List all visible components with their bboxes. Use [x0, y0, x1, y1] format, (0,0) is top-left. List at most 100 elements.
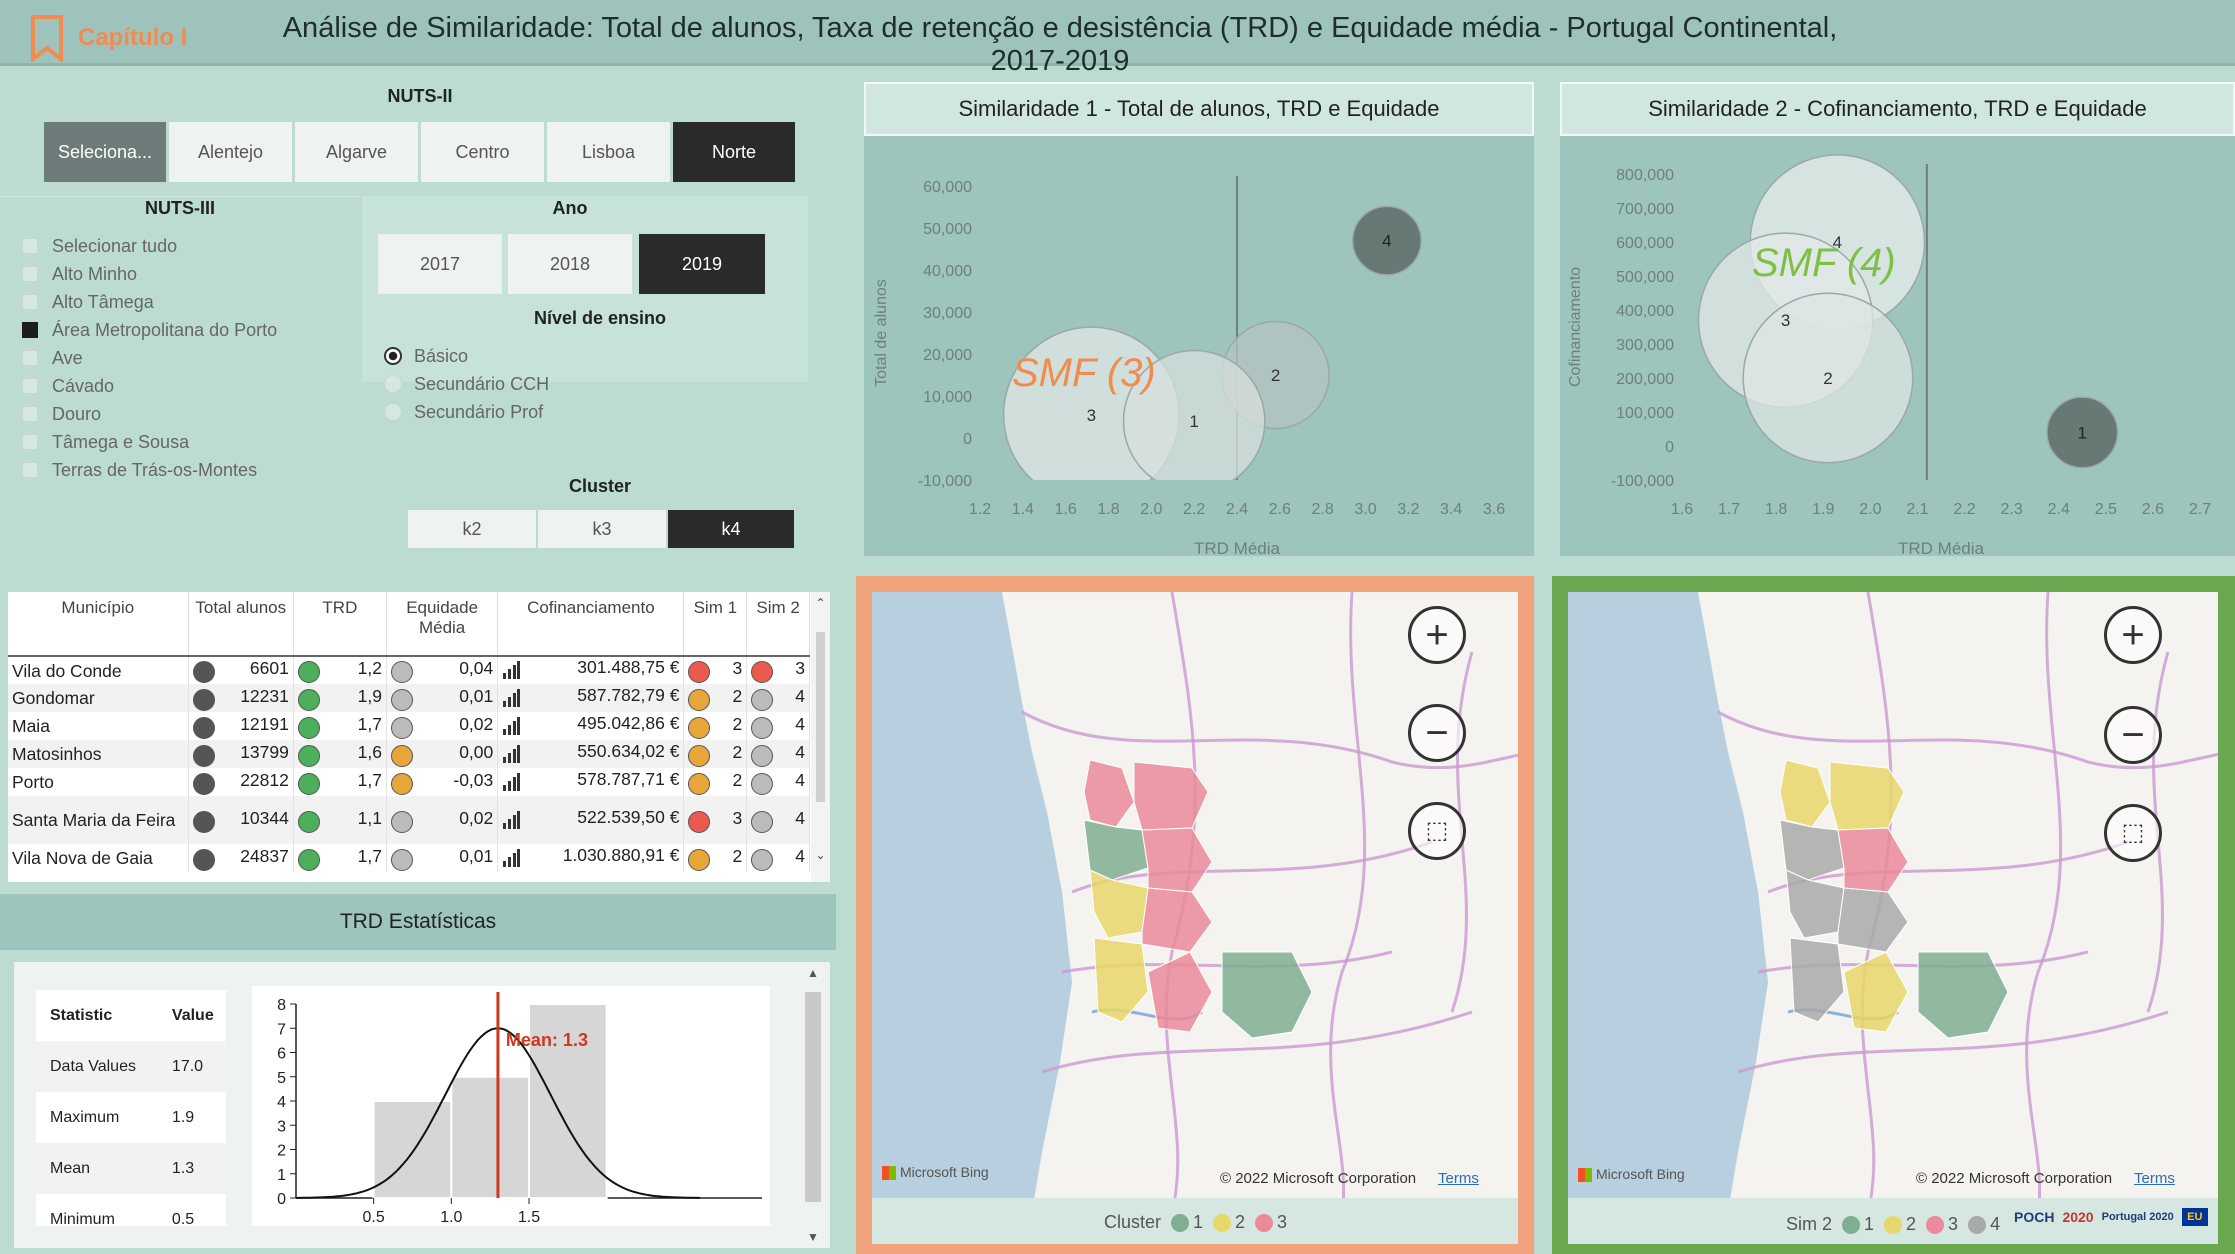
smf-annotation: SMF (3) — [1012, 351, 1156, 395]
table-row[interactable]: Maia 12191 1,7 0,02 495.042,86 €2 4 — [8, 712, 810, 740]
checkbox[interactable] — [22, 462, 38, 478]
ano-tile-2019[interactable]: 2019 — [639, 234, 765, 294]
col-header-cofinanciamento[interactable]: Cofinanciamento — [497, 592, 685, 657]
nuts3-option[interactable]: Douro — [0, 400, 360, 428]
nuts3-option[interactable]: Cávado — [0, 372, 360, 400]
histogram-bar[interactable] — [450, 1075, 530, 1199]
cluster-tile-k3[interactable]: k3 — [538, 510, 666, 548]
bookmark-icon[interactable] — [30, 14, 64, 62]
map1-canvas[interactable] — [872, 592, 1518, 1198]
checkbox[interactable] — [22, 294, 38, 310]
radio[interactable] — [384, 375, 402, 393]
nivel-option-selected[interactable]: Básico — [384, 342, 684, 370]
table-row[interactable]: Vila do Conde 6601 1,2 0,04 301.488,75 €3 3 — [8, 656, 810, 684]
cell-cofinanciamento: 1.030.880,91 € — [497, 844, 685, 872]
funding-logos: POCH 2020 Portugal 2020 EU — [2014, 1208, 2208, 1226]
cluster-tile-k4[interactable]: k4 — [668, 510, 794, 548]
stats-scrollbar[interactable]: ▲ ▼ — [802, 966, 824, 1246]
map1-terms-link[interactable]: Terms — [1438, 1170, 1479, 1187]
nivel-option[interactable]: Secundário Prof — [384, 398, 684, 426]
nuts3-option[interactable]: Ave — [0, 344, 360, 372]
scroll-down-icon[interactable]: ▼ — [802, 1230, 824, 1244]
portugal2020-logo: Portugal 2020 — [2101, 1211, 2174, 1223]
scroll-thumb[interactable] — [805, 992, 821, 1202]
radio-selected[interactable] — [384, 347, 402, 365]
map2-canvas[interactable] — [1568, 592, 2218, 1198]
scroll-up-icon[interactable]: ⌃ — [811, 596, 830, 610]
select-region-button[interactable]: ⬚ — [2104, 804, 2162, 862]
nuts3-option[interactable]: Tâmega e Sousa — [0, 428, 360, 456]
map2-terms-link[interactable]: Terms — [2134, 1170, 2175, 1187]
cell-equidade: 0,02 — [386, 712, 499, 740]
scroll-down-icon[interactable]: ⌄ — [811, 848, 830, 862]
status-dot — [192, 688, 215, 711]
stats-label: Minimum — [50, 1210, 115, 1228]
nuts3-option[interactable]: Alto Minho — [0, 260, 360, 288]
status-dot — [192, 848, 215, 871]
col-header-equidade[interactable]: Equidade Média — [386, 592, 499, 657]
cell-sim1: 3 — [683, 796, 748, 844]
nivel-option[interactable]: Secundário CCH — [384, 370, 684, 398]
checkbox[interactable] — [22, 266, 38, 282]
scroll-thumb[interactable] — [816, 632, 825, 802]
nuts2-tile-alentejo[interactable]: Alentejo — [169, 122, 292, 182]
nuts2-tile-algarve[interactable]: Algarve — [295, 122, 418, 182]
checkbox[interactable] — [22, 406, 38, 422]
col-header-total[interactable]: Total alunos — [188, 592, 294, 657]
checkbox[interactable] — [22, 350, 38, 366]
ano-tile-2017[interactable]: 2017 — [378, 234, 502, 294]
scroll-up-icon[interactable]: ▲ — [802, 966, 824, 980]
col-header-sim1[interactable]: Sim 1 — [683, 592, 748, 657]
bubble-label: 2 — [1271, 366, 1280, 385]
checkbox-checked[interactable] — [22, 322, 38, 338]
similarity1-chart[interactable]: 60,000 50,000 40,000 30,000 20,000 10,000 0 -10… — [864, 140, 1534, 556]
table-scrollbar[interactable]: ⌃ ⌄ — [811, 592, 830, 882]
zoom-in-button[interactable]: + — [1408, 606, 1466, 664]
option-label: Secundário CCH — [414, 373, 550, 394]
zoom-out-button[interactable]: − — [1408, 704, 1466, 762]
checkbox[interactable] — [22, 238, 38, 254]
cell-sim2: 4 — [746, 740, 810, 768]
zoom-out-button[interactable]: − — [2104, 706, 2162, 764]
table-row[interactable]: Matosinhos 13799 1,6 0,00 550.634,02 €2 4 — [8, 740, 810, 768]
cell-sim2: 3 — [746, 656, 810, 684]
cluster-tile-k2[interactable]: k2 — [408, 510, 536, 548]
y-tick-label: 400,000 — [1616, 303, 1674, 320]
chapter-link[interactable]: Capítulo I — [78, 24, 187, 52]
ano-tile-2018[interactable]: 2018 — [508, 234, 632, 294]
municipality-table[interactable]: Município Total alunos TRD Equidade Médi… — [8, 592, 830, 882]
zoom-in-button[interactable]: + — [2104, 606, 2162, 664]
select-region-button[interactable]: ⬚ — [1408, 802, 1466, 860]
status-dot — [688, 744, 711, 767]
table-row[interactable]: Vila Nova de Gaia 24837 1,7 0,01 1.030.880,9… — [8, 844, 810, 872]
nuts2-tile-lisboa[interactable]: Lisboa — [547, 122, 670, 182]
col-header-sim2[interactable]: Sim 2 — [746, 592, 810, 657]
status-dot — [297, 772, 320, 795]
histogram-bar[interactable] — [372, 1100, 453, 1199]
stats-label: Mean — [36, 1143, 158, 1194]
x-tick-label: 1.9 — [1812, 501, 1834, 518]
checkbox[interactable] — [22, 434, 38, 450]
stats-value: 17.0 — [157, 1041, 226, 1092]
radio[interactable] — [384, 403, 402, 421]
nuts3-option[interactable]: Alto Tâmega — [0, 288, 360, 316]
similarity2-chart[interactable]: 800,000 700,000 600,000 500,000 400,000 300,0… — [1560, 140, 2235, 556]
nuts3-option-checked[interactable]: Área Metropolitana do Porto — [0, 316, 360, 344]
status-dot — [751, 810, 774, 833]
nuts2-tile-centro[interactable]: Centro — [421, 122, 544, 182]
nuts2-tile-norte[interactable]: Norte — [673, 122, 795, 182]
y-tick-label: 3 — [277, 1118, 286, 1135]
trd-histogram[interactable]: 0 1 2 3 4 5 6 7 8 Mean: 1.3 0.5 1.0 1.5 — [252, 986, 770, 1226]
nuts3-option[interactable]: Selecionar tudo — [0, 232, 360, 260]
table-row[interactable]: Gondomar 12231 1,9 0,01 587.782,79 €2 4 — [8, 684, 810, 712]
table-row[interactable]: Porto 22812 1,7 -0,03 578.787,71 €2 4 — [8, 768, 810, 796]
col-header-trd[interactable]: TRD — [293, 592, 387, 657]
table-row[interactable]: Santa Maria da Feira 10344 1,1 0,02 522.539,… — [8, 796, 810, 844]
x-tick-label: 3.6 — [1483, 501, 1505, 518]
x-tick-label: 0.5 — [363, 1209, 385, 1226]
col-header-municipio[interactable]: Município — [8, 592, 189, 657]
checkbox[interactable] — [22, 378, 38, 394]
nuts2-tile-select[interactable]: Seleciona... — [44, 122, 166, 182]
nuts3-option[interactable]: Terras de Trás-os-Montes — [0, 456, 360, 484]
stats-value: 0.5 — [171, 1210, 195, 1228]
